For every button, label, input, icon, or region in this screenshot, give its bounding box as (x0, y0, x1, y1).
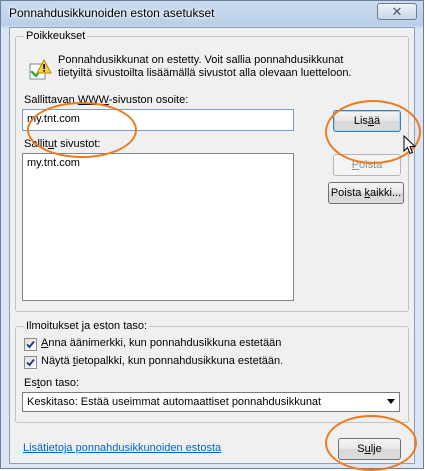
remove-all-button[interactable]: Poista kaikki... (328, 182, 404, 204)
remove-all-button-label: Poista kaikki... (330, 187, 402, 199)
exceptions-group-label: Poikkeukset (24, 30, 88, 42)
allowed-sites-label: Sallitut sivustot: (24, 138, 101, 150)
add-button-label: Lisää (353, 115, 381, 127)
infobar-checkbox[interactable] (24, 356, 37, 369)
close-button-label: Sulje (357, 443, 382, 455)
address-input-value: my.tnt.com (27, 113, 80, 125)
chevron-down-icon (387, 399, 395, 404)
blocking-level-value: Keskitaso: Estää useimmat automaattiset … (27, 396, 322, 408)
dialog-body: Poikkeukset Ponnahdusikkunat on estetty.… (9, 27, 415, 464)
close-icon: ✕ (391, 4, 403, 19)
blocking-level-select[interactable]: Keskitaso: Estää useimmat automaattiset … (22, 392, 400, 412)
checkmark-icon (26, 340, 35, 349)
blocking-level-label: Eston taso: (24, 377, 80, 389)
popup-blocked-info-icon (29, 59, 52, 80)
exceptions-group: Poikkeukset Ponnahdusikkunat on estetty.… (15, 30, 409, 312)
remove-button-label: Poista (351, 159, 383, 171)
window-close-button[interactable]: ✕ (377, 3, 417, 20)
remove-button[interactable]: Poista (333, 154, 401, 176)
checkmark-icon (26, 358, 35, 367)
window-title: Ponnahdusikkunoiden eston asetukset (9, 6, 215, 20)
exceptions-info-text: Ponnahdusikkunat on estetty. Voit sallia… (58, 54, 352, 79)
sound-checkbox[interactable] (24, 338, 37, 351)
title-bar[interactable]: Ponnahdusikkunoiden eston asetukset ✕ (1, 1, 423, 27)
sound-checkbox-label[interactable]: Anna äänimerkki, kun ponnahdusikkuna est… (41, 337, 281, 349)
address-label: Sallittavan WWW-sivuston osoite: (24, 94, 189, 106)
address-input[interactable]: my.tnt.com (22, 109, 294, 131)
allowed-sites-list[interactable]: my.tnt.com (22, 153, 294, 301)
mouse-cursor-icon (403, 135, 417, 155)
popup-blocker-settings-dialog: Ponnahdusikkunoiden eston asetukset ✕ Po… (0, 0, 424, 471)
notifications-group-label: Ilmoitukset ja eston taso: (24, 320, 150, 332)
close-button[interactable]: Sulje (338, 438, 401, 460)
learn-more-link[interactable]: Lisätietoja ponnahdusikkunoiden estosta (23, 442, 221, 454)
allowed-site-item[interactable]: my.tnt.com (27, 157, 289, 169)
add-button[interactable]: Lisää (333, 110, 401, 132)
infobar-checkbox-label[interactable]: Näytä tietopalkki, kun ponnahdusikkuna e… (41, 355, 283, 367)
notifications-group: Ilmoitukset ja eston taso: Anna äänimerk… (15, 320, 409, 423)
